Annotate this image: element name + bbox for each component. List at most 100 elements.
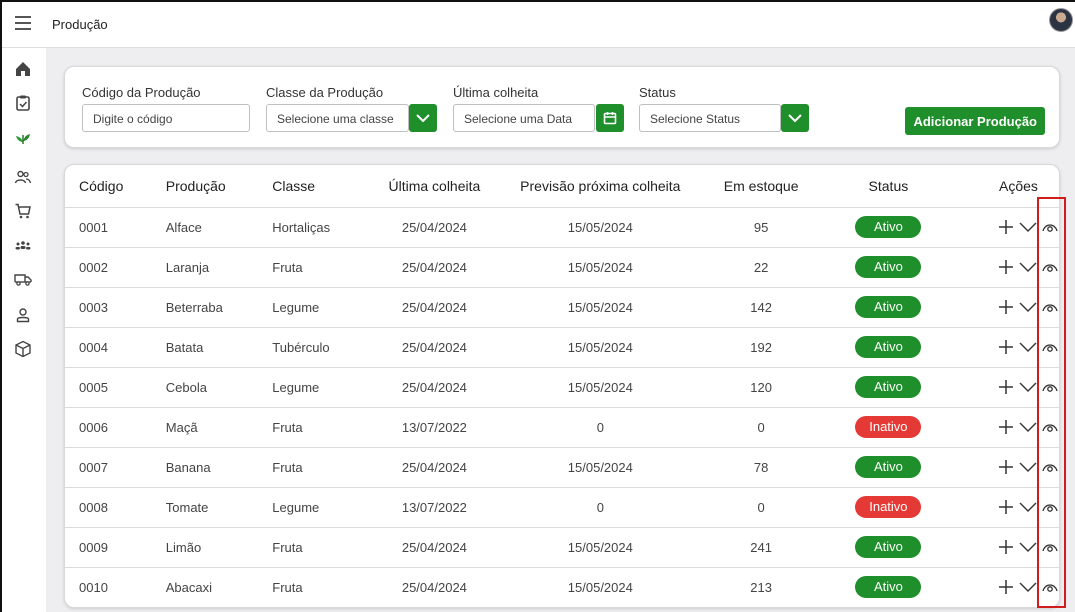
plus-icon[interactable] — [997, 458, 1015, 476]
chevron-down-icon[interactable] — [1019, 261, 1037, 273]
status-badge: Ativo — [855, 256, 922, 278]
eye-icon[interactable] — [1041, 460, 1059, 474]
cell-status: Inativo — [819, 406, 957, 447]
status-dropdown-button[interactable] — [781, 104, 809, 132]
eye-icon[interactable] — [1041, 420, 1059, 434]
classe-dropdown-button[interactable] — [409, 104, 437, 132]
chevron-down-icon[interactable] — [1019, 461, 1037, 473]
table-row[interactable]: 0001 Alface Hortaliças 25/04/2024 15/05/… — [65, 206, 1059, 247]
chevron-down-icon — [416, 114, 430, 123]
cell-previsao: 15/05/2024 — [498, 206, 703, 247]
truck-icon[interactable] — [14, 270, 32, 288]
cell-codigo: 0002 — [65, 246, 154, 287]
cell-classe: Legume — [262, 486, 371, 527]
cell-previsao: 15/05/2024 — [498, 246, 703, 287]
eye-icon[interactable] — [1041, 260, 1059, 274]
clipboard-icon[interactable] — [14, 94, 32, 112]
table-row[interactable]: 0005 Cebola Legume 25/04/2024 15/05/2024… — [65, 366, 1059, 407]
plus-icon[interactable] — [997, 218, 1015, 236]
eye-icon[interactable] — [1041, 300, 1059, 314]
box-icon[interactable] — [14, 340, 32, 358]
header-codigo[interactable]: Código — [65, 165, 154, 207]
table-row[interactable]: 0007 Banana Fruta 25/04/2024 15/05/2024 … — [65, 446, 1059, 487]
table-row[interactable]: 0009 Limão Fruta 25/04/2024 15/05/2024 2… — [65, 526, 1059, 567]
eye-icon[interactable] — [1041, 340, 1059, 354]
cell-acoes — [957, 446, 1059, 487]
plus-icon[interactable] — [997, 498, 1015, 516]
table-row[interactable]: 0004 Batata Tubérculo 25/04/2024 15/05/2… — [65, 326, 1059, 367]
chevron-down-icon[interactable] — [1019, 221, 1037, 233]
header-classe[interactable]: Classe — [262, 165, 370, 207]
cell-classe: Legume — [262, 366, 371, 407]
plus-icon[interactable] — [997, 418, 1015, 436]
cell-status: Ativo — [819, 246, 957, 287]
producao-table: Código Produção Classe Última colheita P… — [65, 165, 1059, 607]
cell-status: Ativo — [819, 326, 957, 367]
cell-acoes — [957, 566, 1059, 607]
cell-status: Ativo — [819, 566, 957, 607]
eye-icon[interactable] — [1041, 580, 1059, 594]
eye-icon[interactable] — [1041, 540, 1059, 554]
cell-producao: Batata — [153, 326, 263, 367]
chevron-down-icon[interactable] — [1019, 381, 1037, 393]
menu-icon[interactable] — [15, 16, 31, 30]
plus-icon[interactable] — [997, 538, 1015, 556]
codigo-input[interactable]: Digite o código — [82, 104, 250, 132]
classe-select[interactable]: Selecione uma classe — [266, 104, 409, 132]
user-icon[interactable] — [14, 306, 32, 324]
ultima-date-input[interactable]: Selecione uma Data — [453, 104, 595, 132]
home-icon[interactable] — [14, 60, 32, 78]
plus-icon[interactable] — [997, 298, 1015, 316]
cell-codigo: 0008 — [65, 486, 154, 527]
chevron-down-icon[interactable] — [1019, 421, 1037, 433]
calendar-icon — [603, 112, 617, 125]
cell-ultima-colheita: 25/04/2024 — [370, 566, 499, 607]
filter-panel: Código da Produção Digite o código Class… — [64, 66, 1060, 148]
eye-icon[interactable] — [1041, 500, 1059, 514]
header-producao[interactable]: Produção — [154, 165, 263, 207]
cell-classe: Legume — [262, 286, 371, 327]
cell-ultima-colheita: 25/04/2024 — [370, 366, 499, 407]
table-row[interactable]: 0006 Maçã Fruta 13/07/2022 0 0 Inativo — [65, 406, 1059, 447]
cell-estoque: 78 — [702, 446, 820, 487]
app-window: Produção Código da Produção Digite o cód… — [0, 0, 1075, 612]
cell-estoque: 241 — [702, 526, 820, 567]
cell-acoes — [957, 406, 1059, 447]
plus-icon[interactable] — [997, 578, 1015, 596]
eye-icon[interactable] — [1041, 380, 1059, 394]
header-ultima-colheita[interactable]: Última colheita — [371, 165, 498, 207]
users-icon[interactable] — [14, 168, 32, 186]
cell-producao: Maçã — [153, 406, 263, 447]
plant-icon[interactable] — [14, 128, 32, 146]
plus-icon[interactable] — [997, 338, 1015, 356]
header-status[interactable]: Status — [820, 165, 957, 207]
chevron-down-icon[interactable] — [1019, 301, 1037, 313]
cart-icon[interactable] — [14, 202, 32, 220]
cell-ultima-colheita: 25/04/2024 — [370, 526, 499, 567]
eye-icon[interactable] — [1041, 220, 1059, 234]
table-row[interactable]: 0010 Abacaxi Fruta 25/04/2024 15/05/2024… — [65, 566, 1059, 607]
table-row[interactable]: 0008 Tomate Legume 13/07/2022 0 0 Inativ… — [65, 486, 1059, 527]
chevron-down-icon[interactable] — [1019, 341, 1037, 353]
chevron-down-icon[interactable] — [1019, 581, 1037, 593]
avatar[interactable] — [1049, 8, 1073, 32]
table-row[interactable]: 0002 Laranja Fruta 25/04/2024 15/05/2024… — [65, 246, 1059, 287]
chevron-down-icon[interactable] — [1019, 501, 1037, 513]
cell-classe: Hortaliças — [262, 206, 371, 247]
cell-estoque: 0 — [702, 486, 820, 527]
status-select[interactable]: Selecione Status — [639, 104, 781, 132]
header-estoque[interactable]: Em estoque — [703, 165, 820, 207]
chevron-down-icon[interactable] — [1019, 541, 1037, 553]
sidebar — [2, 48, 46, 612]
calendar-button[interactable] — [596, 104, 624, 132]
status-badge: Ativo — [855, 536, 922, 558]
group-icon[interactable] — [14, 236, 32, 254]
top-bar: Produção — [2, 2, 1075, 48]
cell-status: Inativo — [819, 486, 957, 527]
cell-codigo: 0010 — [65, 566, 154, 607]
table-row[interactable]: 0003 Beterraba Legume 25/04/2024 15/05/2… — [65, 286, 1059, 327]
add-producao-button[interactable]: Adicionar Produção — [905, 107, 1045, 135]
header-previsao[interactable]: Previsão próxima colheita — [498, 165, 702, 207]
plus-icon[interactable] — [997, 258, 1015, 276]
plus-icon[interactable] — [997, 378, 1015, 396]
